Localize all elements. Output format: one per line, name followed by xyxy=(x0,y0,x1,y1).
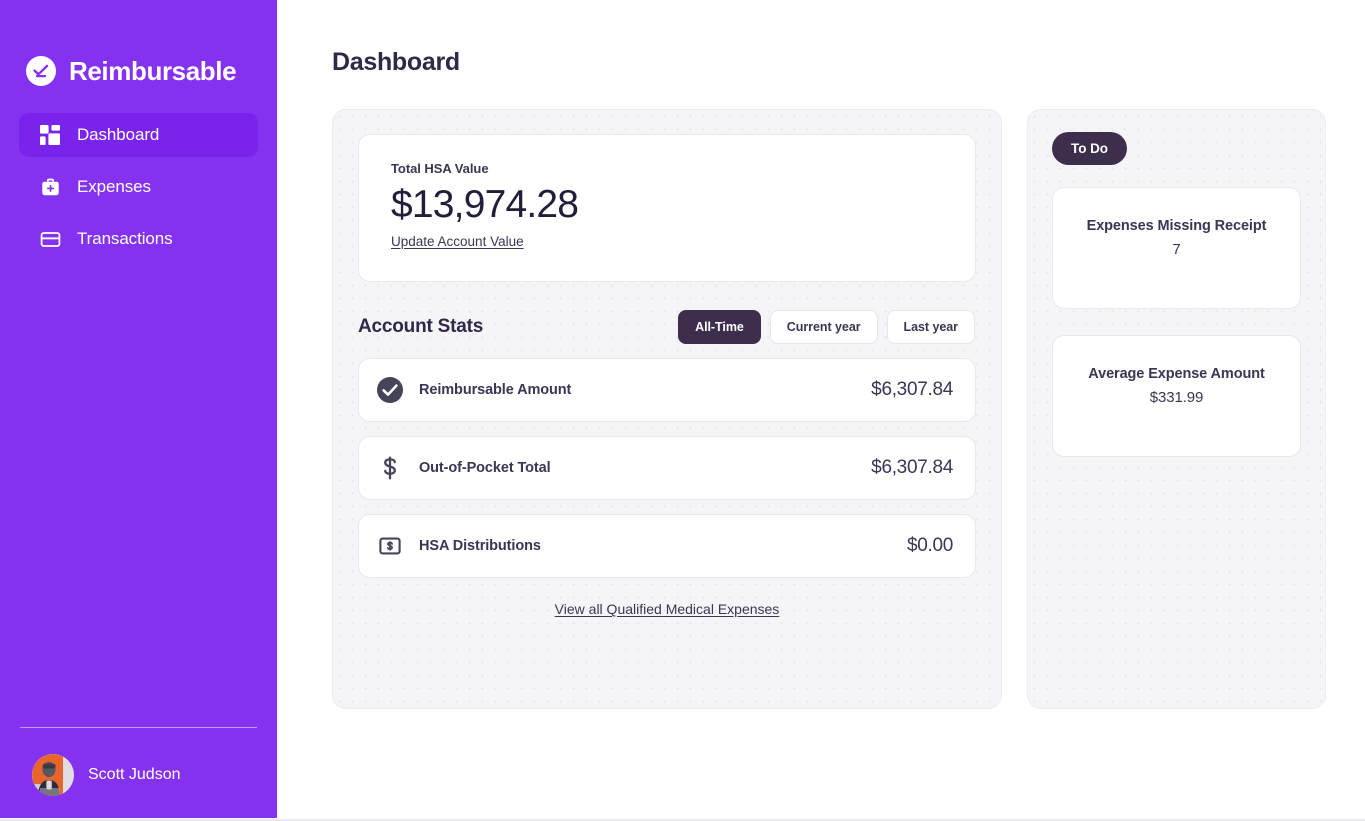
total-hsa-value-label: Total HSA Value xyxy=(391,161,489,176)
todo-pill[interactable]: To Do xyxy=(1052,132,1127,165)
range-option-last-year[interactable]: Last year xyxy=(886,309,975,344)
todo-card-expenses-missing-receipt[interactable]: Expenses Missing Receipt 7 xyxy=(1052,187,1301,309)
check-circle-icon xyxy=(26,56,56,86)
view-all-wrapper: View all Qualified Medical Expenses xyxy=(358,601,976,619)
sidebar-item-label: Transactions xyxy=(77,229,173,248)
avatar xyxy=(32,754,74,796)
dashboard-columns: Total HSA Value $13,974.28 Update Accoun… xyxy=(332,109,1326,709)
sidebar-item-label: Expenses xyxy=(77,177,151,196)
range-option-current-year[interactable]: Current year xyxy=(769,309,878,344)
stat-label: HSA Distributions xyxy=(419,537,541,554)
stat-label: Reimbursable Amount xyxy=(419,381,572,398)
account-stats-header: Account Stats All-Time Current year Last… xyxy=(358,309,976,344)
main-content: Dashboard Total HSA Value $13,974.28 Upd… xyxy=(277,0,1365,821)
todo-card-value: $331.99 xyxy=(1149,389,1204,406)
medical-bag-icon xyxy=(39,176,61,198)
stat-row-reimbursable-amount[interactable]: Reimbursable Amount $6,307.84 xyxy=(358,357,976,422)
sidebar: Reimbursable Dashboard Expenses Transact… xyxy=(0,0,277,818)
sidebar-item-transactions[interactable]: Transactions xyxy=(19,217,258,261)
brand-name: Reimbursable xyxy=(69,55,237,86)
account-stats-list: Reimbursable Amount $6,307.84 Out-of-Poc… xyxy=(358,357,976,578)
stat-row-out-of-pocket-total[interactable]: Out-of-Pocket Total $6,307.84 xyxy=(358,435,976,500)
user-name: Scott Judson xyxy=(88,766,181,783)
todo-card-average-expense-amount[interactable]: Average Expense Amount $331.99 xyxy=(1052,335,1301,457)
todo-card-title: Expenses Missing Receipt xyxy=(1086,218,1267,234)
brand[interactable]: Reimbursable xyxy=(0,0,277,92)
sidebar-nav: Dashboard Expenses Transactions xyxy=(0,113,277,261)
todo-panel: To Do Expenses Missing Receipt 7 Average… xyxy=(1027,109,1326,709)
banknote-icon xyxy=(377,533,403,559)
check-circle-filled-icon xyxy=(377,376,403,403)
grid-icon xyxy=(39,124,61,146)
account-overview-panel: Total HSA Value $13,974.28 Update Accoun… xyxy=(332,109,1002,709)
stat-row-hsa-distributions[interactable]: HSA Distributions $0.00 xyxy=(358,513,976,578)
divider xyxy=(20,727,257,728)
stat-value: $6,307.84 xyxy=(871,456,953,478)
todo-card-title: Average Expense Amount xyxy=(1088,366,1265,382)
sidebar-footer: Scott Judson xyxy=(0,727,277,796)
sidebar-item-expenses[interactable]: Expenses xyxy=(19,165,258,209)
todo-card-list: Expenses Missing Receipt 7 Average Expen… xyxy=(1052,187,1301,457)
time-range-toggle: All-Time Current year Last year xyxy=(678,309,975,344)
sidebar-item-dashboard[interactable]: Dashboard xyxy=(19,113,258,157)
user-profile[interactable]: Scott Judson xyxy=(19,754,258,796)
stat-value: $0.00 xyxy=(906,534,953,556)
total-hsa-value-amount: $13,974.28 xyxy=(391,183,579,226)
stat-label: Out-of-Pocket Total xyxy=(419,459,551,476)
view-all-qualified-medical-expenses-link[interactable]: View all Qualified Medical Expenses xyxy=(555,601,780,617)
total-hsa-value-card: Total HSA Value $13,974.28 Update Accoun… xyxy=(358,134,976,282)
todo-card-value: 7 xyxy=(1172,241,1181,258)
account-stats-title: Account Stats xyxy=(358,315,484,337)
dollar-sign-icon xyxy=(377,455,403,481)
sidebar-item-label: Dashboard xyxy=(77,125,160,144)
page-title: Dashboard xyxy=(332,48,460,76)
update-account-value-link[interactable]: Update Account Value xyxy=(391,234,524,249)
credit-card-icon xyxy=(39,228,61,250)
stat-value: $6,307.84 xyxy=(871,378,953,400)
range-option-all-time[interactable]: All-Time xyxy=(678,309,761,344)
app-root: Reimbursable Dashboard Expenses Transact… xyxy=(0,0,1365,821)
